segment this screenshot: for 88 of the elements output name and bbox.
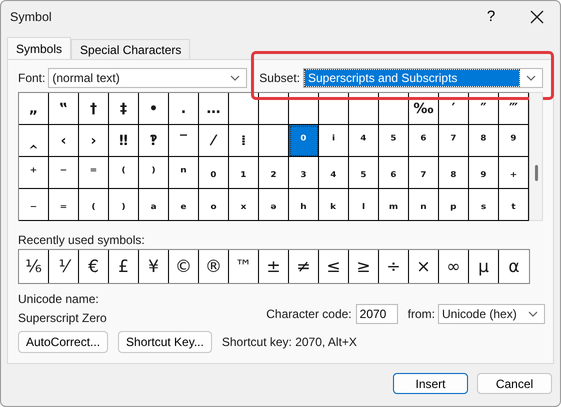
symbol-cell[interactable]: ․ bbox=[169, 93, 199, 125]
scrollbar[interactable] bbox=[529, 92, 543, 221]
symbol-cell[interactable]: ⁱ bbox=[319, 125, 349, 157]
tab[interactable]: Special Characters bbox=[71, 39, 190, 59]
from-label: from: bbox=[408, 306, 435, 320]
symbol-cell[interactable]: ₂ bbox=[259, 157, 289, 189]
symbol-cell[interactable]: ₔ bbox=[259, 189, 289, 221]
symbol-cell[interactable]: ⁴ bbox=[349, 125, 379, 157]
symbol-cell[interactable]: ₃ bbox=[289, 157, 319, 189]
symbol-cell[interactable]: ⁿ bbox=[169, 157, 199, 189]
character-code-field[interactable]: 2070 bbox=[356, 304, 398, 324]
symbol-cell[interactable]: „ bbox=[19, 93, 49, 125]
symbol-cell[interactable]: ₚ bbox=[439, 189, 469, 221]
empty-cell[interactable] bbox=[319, 93, 349, 125]
chevron-icon bbox=[230, 75, 240, 81]
empty-cell[interactable] bbox=[379, 93, 409, 125]
chevron-icon bbox=[528, 310, 538, 316]
symbol-cell[interactable]: ₖ bbox=[319, 189, 349, 221]
symbol-cell[interactable]: ₉ bbox=[469, 157, 499, 189]
symbol-cell[interactable]: … bbox=[199, 93, 229, 125]
symbol-cell[interactable]: ″ bbox=[469, 93, 499, 125]
help-button[interactable]: ? bbox=[468, 1, 514, 32]
subset-dropdown[interactable]: Superscripts and Subscripts bbox=[303, 68, 543, 88]
symbol-cell[interactable]: ‽ bbox=[139, 125, 169, 157]
symbol-cell[interactable]: ‾ bbox=[169, 125, 199, 157]
symbol-cell[interactable]: ₛ bbox=[469, 189, 499, 221]
symbol-cell[interactable]: ₕ bbox=[289, 189, 319, 221]
symbol-cell[interactable]: • bbox=[139, 93, 169, 125]
empty-cell[interactable] bbox=[259, 93, 289, 125]
chevron-icon bbox=[526, 75, 536, 81]
symbol-cell[interactable]: ⁻ bbox=[49, 157, 79, 189]
subset-label: Subset: bbox=[259, 71, 300, 85]
symbol-cell[interactable]: ⁺ bbox=[19, 157, 49, 189]
symbol-cell[interactable]: ₍ bbox=[79, 189, 109, 221]
symbol-cell[interactable]: ⁾ bbox=[139, 157, 169, 189]
symbol-cell[interactable]: ‟ bbox=[49, 93, 79, 125]
from-dropdown[interactable]: Unicode (hex) bbox=[438, 304, 545, 324]
symbol-cell[interactable]: ‰ bbox=[409, 93, 439, 125]
close-icon bbox=[530, 10, 544, 24]
symbol-cell[interactable]: ⁞ bbox=[229, 125, 259, 157]
symbol-cell[interactable]: ‹ bbox=[49, 125, 79, 157]
recent-symbol[interactable]: α bbox=[499, 250, 529, 283]
symbol-cell[interactable]: ₆ bbox=[379, 157, 409, 189]
symbol-cell[interactable]: ⁸ bbox=[469, 125, 499, 157]
symbol-cell[interactable]: ₁ bbox=[229, 157, 259, 189]
symbol-cell[interactable]: ₒ bbox=[199, 189, 229, 221]
symbol-cell[interactable]: ⁷ bbox=[439, 125, 469, 157]
insert-button[interactable]: Insert bbox=[393, 373, 468, 394]
recent-label: Recently used symbols: bbox=[18, 233, 146, 247]
symbol-cell[interactable]: ‡ bbox=[109, 93, 139, 125]
symbol-cell[interactable]: ′ bbox=[439, 93, 469, 125]
character-code-label: Character code: bbox=[266, 306, 352, 320]
unicode-name-value: Superscript Zero bbox=[18, 311, 108, 325]
symbol-cell[interactable]: ₀ bbox=[199, 157, 229, 189]
symbol-cell[interactable]: † bbox=[79, 93, 109, 125]
symbol-cell[interactable]: ‼ bbox=[109, 125, 139, 157]
symbol-cell[interactable]: ₎ bbox=[109, 189, 139, 221]
empty-cell[interactable] bbox=[229, 93, 259, 125]
dialog-button[interactable]: AutoCorrect... bbox=[18, 331, 108, 353]
symbol-cell[interactable]: ₘ bbox=[379, 189, 409, 221]
window-title: Symbol bbox=[10, 10, 53, 24]
symbol-cell[interactable]: ₄ bbox=[319, 157, 349, 189]
symbol-cell[interactable]: ₑ bbox=[169, 189, 199, 221]
symbol-cell[interactable]: ⁶ bbox=[409, 125, 439, 157]
symbol-cell[interactable]: ⁽ bbox=[109, 157, 139, 189]
symbol-cell[interactable]: ₓ bbox=[229, 189, 259, 221]
symbol-cell[interactable]: ₗ bbox=[349, 189, 379, 221]
symbol-cell[interactable]: ₈ bbox=[439, 157, 469, 189]
font-dropdown[interactable]: (normal text) bbox=[48, 68, 248, 88]
symbol-cell[interactable]: ⁵ bbox=[379, 125, 409, 157]
dialog-button[interactable]: Shortcut Key... bbox=[118, 331, 212, 353]
symbol-cell[interactable]: ⁼ bbox=[79, 157, 109, 189]
symbol-cell[interactable]: ₌ bbox=[49, 189, 79, 221]
symbol-cell[interactable]: ₙ bbox=[409, 189, 439, 221]
tab[interactable]: Symbols bbox=[7, 37, 72, 59]
symbol-cell[interactable]: ‸ bbox=[19, 125, 49, 157]
symbol-cell[interactable]: ⁄ bbox=[199, 125, 229, 157]
empty-cell[interactable] bbox=[349, 93, 379, 125]
symbol-cell[interactable]: ⁰ bbox=[289, 125, 319, 157]
shortcut-text: Shortcut key: 2070, Alt+X bbox=[222, 335, 357, 349]
symbol-cell[interactable]: ₇ bbox=[409, 157, 439, 189]
symbol-cell[interactable]: ₋ bbox=[19, 189, 49, 221]
cancel-button[interactable]: Cancel bbox=[477, 373, 552, 394]
font-label: Font: bbox=[18, 71, 46, 85]
symbol-cell[interactable]: ₐ bbox=[139, 189, 169, 221]
symbol-cell[interactable]: › bbox=[79, 125, 109, 157]
unicode-name-label: Unicode name: bbox=[18, 292, 100, 306]
symbol-cell[interactable]: ₅ bbox=[349, 157, 379, 189]
